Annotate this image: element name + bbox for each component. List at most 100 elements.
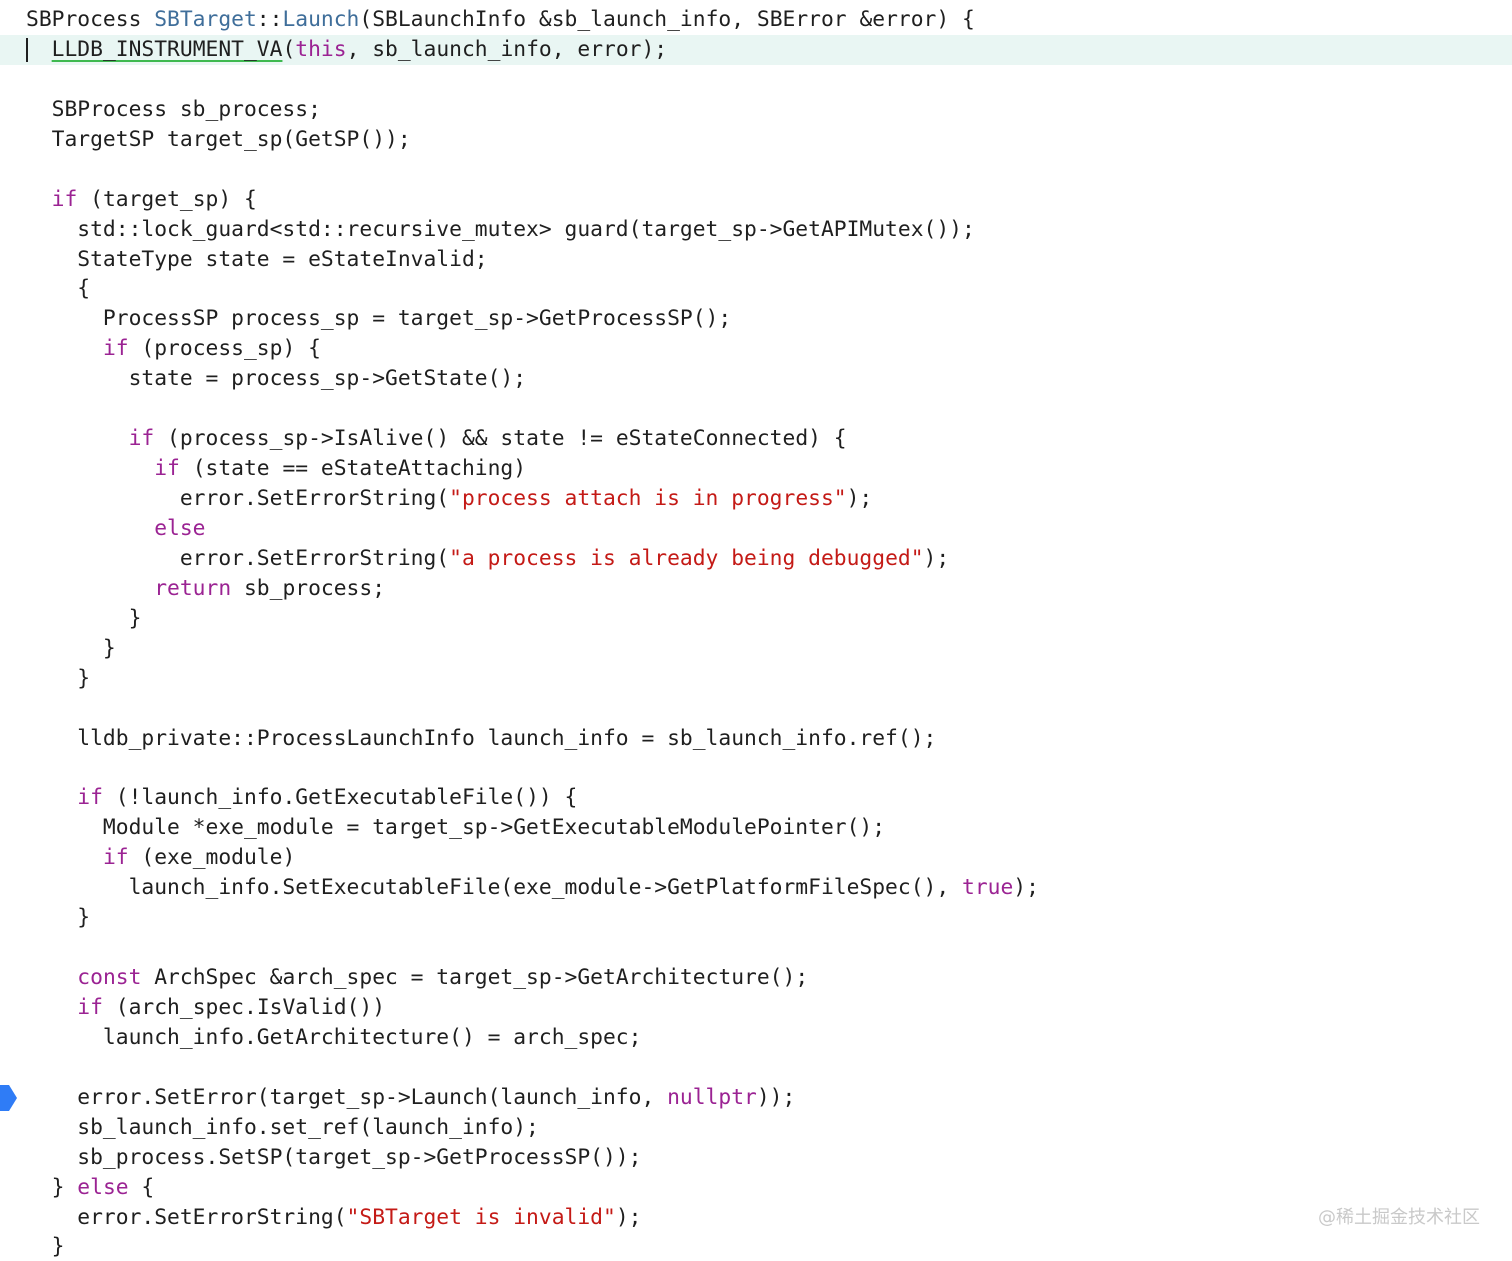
keyword-token: true bbox=[962, 875, 1014, 901]
code-line[interactable] bbox=[0, 1053, 1512, 1083]
code-line[interactable]: launch_info.SetExecutableFile(exe_module… bbox=[0, 873, 1512, 903]
code-token: (!launch_info.GetExecutableFile()) { bbox=[102, 785, 578, 811]
code-line[interactable] bbox=[0, 65, 1512, 95]
code-token: launch_info.GetArchitecture() = arch_spe… bbox=[26, 1024, 642, 1050]
code-line[interactable]: } else { bbox=[0, 1173, 1512, 1203]
code-line[interactable]: error.SetErrorString("a process is alrea… bbox=[0, 544, 1512, 574]
code-token: ( bbox=[282, 36, 296, 62]
keyword-token: if bbox=[51, 186, 78, 212]
code-line[interactable]: SBProcess sb_process; bbox=[0, 95, 1512, 125]
code-token: (exe_module) bbox=[128, 845, 296, 871]
code-token: , sb_launch_info, error); bbox=[346, 36, 668, 62]
code-line[interactable]: } bbox=[0, 1232, 1512, 1261]
code-token: sb_launch_info.set_ref(launch_info); bbox=[26, 1114, 539, 1140]
code-line[interactable]: error.SetError(target_sp->Launch(launch_… bbox=[0, 1083, 1512, 1113]
code-line[interactable]: Module *exe_module = target_sp->GetExecu… bbox=[0, 813, 1512, 843]
code-line[interactable]: launch_info.GetArchitecture() = arch_spe… bbox=[0, 1023, 1512, 1053]
code-line[interactable]: const ArchSpec &arch_spec = target_sp->G… bbox=[0, 963, 1512, 993]
code-token: Module *exe_module = target_sp->GetExecu… bbox=[26, 815, 886, 841]
code-line[interactable]: if (arch_spec.IsValid()) bbox=[0, 993, 1512, 1023]
code-line[interactable]: ProcessSP process_sp = target_sp->GetPro… bbox=[0, 304, 1512, 334]
code-line[interactable]: } bbox=[0, 903, 1512, 933]
keyword-token: if bbox=[77, 785, 103, 811]
code-token: Launch bbox=[282, 7, 360, 32]
code-line[interactable]: sb_process.SetSP(target_sp->GetProcessSP… bbox=[0, 1143, 1512, 1173]
code-token: error.SetErrorString( bbox=[26, 1204, 347, 1230]
code-token: SBProcess bbox=[26, 7, 155, 32]
code-token: error.SetErrorString( bbox=[26, 486, 450, 511]
code-line[interactable]: std::lock_guard<std::recursive_mutex> gu… bbox=[0, 215, 1512, 245]
watermark: @稀土掘金技术社区 bbox=[1318, 1207, 1480, 1228]
keyword-token: else bbox=[154, 515, 206, 541]
code-line[interactable]: sb_launch_info.set_ref(launch_info); bbox=[0, 1113, 1512, 1143]
keyword-token: if bbox=[102, 845, 129, 871]
keyword-token: if bbox=[102, 336, 129, 362]
code-line[interactable]: return sb_process; bbox=[0, 574, 1512, 604]
code-token: (arch_spec.IsValid()) bbox=[102, 994, 386, 1020]
code-editor[interactable]: SBProcess SBTarget::Launch(SBLaunchInfo … bbox=[0, 0, 1512, 1261]
code-token: sb_process; bbox=[231, 575, 386, 601]
code-area[interactable]: SBProcess SBTarget::Launch(SBLaunchInfo … bbox=[0, 5, 1512, 1261]
code-token: (process_sp) { bbox=[128, 336, 321, 362]
code-token: (target_sp) { bbox=[77, 186, 257, 212]
code-line[interactable] bbox=[0, 933, 1512, 963]
code-line[interactable] bbox=[0, 694, 1512, 724]
code-line[interactable]: error.SetErrorString("process attach is … bbox=[0, 484, 1512, 514]
code-line[interactable]: } bbox=[0, 604, 1512, 634]
code-token: state = process_sp->GetState(); bbox=[26, 366, 527, 392]
code-token: SBProcess sb_process; bbox=[26, 96, 321, 122]
code-token: ); bbox=[923, 545, 950, 571]
code-token: error.SetError(target_sp->Launch(launch_… bbox=[26, 1084, 668, 1110]
code-line[interactable]: state = process_sp->GetState(); bbox=[0, 364, 1512, 394]
string-token: "SBTarget is invalid" bbox=[346, 1204, 616, 1230]
code-line[interactable]: LLDB_INSTRUMENT_VA(this, sb_launch_info,… bbox=[0, 34, 1512, 65]
code-line[interactable]: else bbox=[0, 514, 1512, 544]
code-line[interactable] bbox=[0, 394, 1512, 424]
code-line[interactable]: if (exe_module) bbox=[0, 843, 1512, 873]
code-line[interactable]: } bbox=[0, 634, 1512, 664]
code-line[interactable]: TargetSP target_sp(GetSP()); bbox=[0, 125, 1512, 155]
code-line[interactable]: SBProcess SBTarget::Launch(SBLaunchInfo … bbox=[0, 5, 1512, 35]
code-token: } bbox=[26, 665, 91, 691]
keyword-token: const bbox=[77, 965, 142, 990]
code-line[interactable]: if (process_sp) { bbox=[0, 334, 1512, 364]
code-line[interactable]: { bbox=[0, 274, 1512, 304]
text-cursor bbox=[26, 38, 28, 62]
code-line[interactable]: if (process_sp->IsAlive() && state != eS… bbox=[0, 424, 1512, 454]
code-token: } bbox=[26, 1234, 65, 1260]
code-token: SBTarget bbox=[154, 7, 257, 32]
breakpoint-marker-icon[interactable] bbox=[0, 1083, 18, 1113]
string-token: "process attach is in progress" bbox=[449, 486, 847, 511]
keyword-token: else bbox=[77, 1174, 129, 1200]
code-token: (state == eStateAttaching) bbox=[179, 456, 527, 482]
code-token: :: bbox=[256, 7, 283, 32]
code-line[interactable] bbox=[0, 753, 1512, 783]
code-line[interactable]: StateType state = eStateInvalid; bbox=[0, 245, 1512, 275]
code-token: std::lock_guard<std::recursive_mutex> gu… bbox=[26, 216, 975, 242]
code-line[interactable]: if (target_sp) { bbox=[0, 185, 1512, 215]
code-line[interactable]: if (state == eStateAttaching) bbox=[0, 454, 1512, 484]
code-line[interactable]: if (!launch_info.GetExecutableFile()) { bbox=[0, 783, 1512, 813]
code-line[interactable] bbox=[0, 155, 1512, 185]
code-line[interactable]: } bbox=[0, 664, 1512, 694]
macro-token: LLDB_INSTRUMENT_VA bbox=[51, 36, 283, 62]
code-line[interactable]: lldb_private::ProcessLaunchInfo launch_i… bbox=[0, 724, 1512, 754]
string-token: "a process is already being debugged" bbox=[449, 545, 924, 571]
code-token: (process_sp->IsAlive() && state != eStat… bbox=[154, 426, 847, 452]
keyword-token: if bbox=[154, 456, 180, 482]
code-token: sb_process.SetSP(target_sp->GetProcessSP… bbox=[26, 1144, 642, 1170]
code-token: ProcessSP process_sp = target_sp->GetPro… bbox=[26, 306, 732, 332]
code-line[interactable]: error.SetErrorString("SBTarget is invali… bbox=[0, 1203, 1512, 1233]
code-token: } bbox=[26, 605, 142, 631]
